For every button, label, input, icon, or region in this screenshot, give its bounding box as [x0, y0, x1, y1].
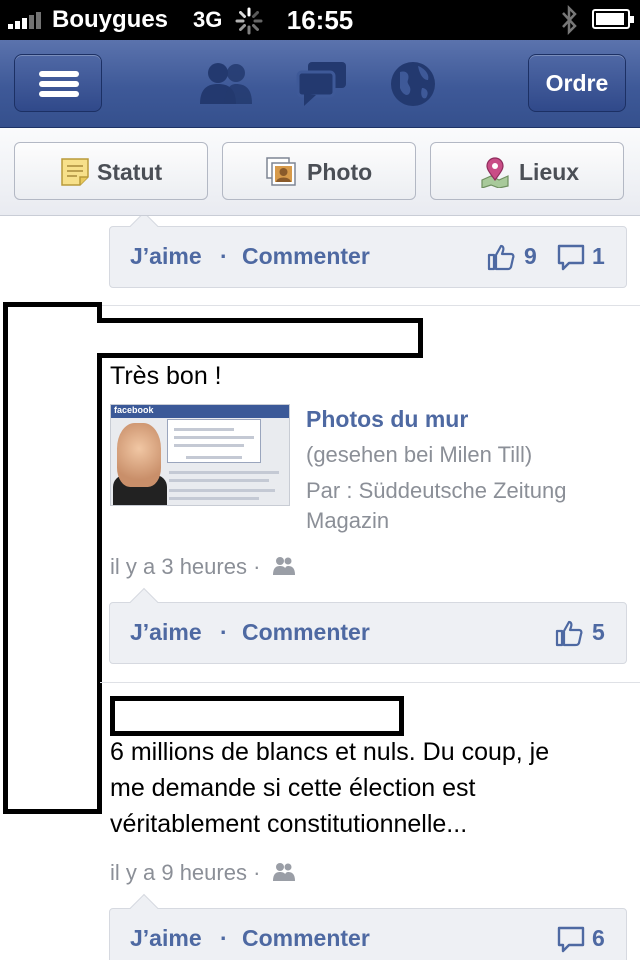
story-timestamp: il y a 9 heures ·	[110, 860, 297, 886]
like-count: 5	[592, 619, 605, 645]
like-count: 9	[524, 243, 537, 269]
attachment-source: Par : Süddeutsche Zeitung	[306, 478, 567, 503]
status-note-icon	[61, 158, 89, 186]
bluetooth-icon	[562, 5, 577, 35]
location-pin-icon	[481, 157, 509, 188]
photo-icon	[266, 157, 296, 186]
story-message-line-2: me demande si cette élection est	[110, 774, 476, 802]
order-button[interactable]: Ordre	[528, 54, 626, 112]
timestamp-text: il y a 9 heures ·	[110, 860, 261, 885]
menu-button[interactable]	[14, 54, 102, 112]
separator-dot: ·	[220, 925, 228, 951]
redacted-author-name	[110, 696, 404, 736]
messages-icon[interactable]	[294, 58, 350, 110]
separator-dot: ·	[220, 243, 228, 269]
story-divider	[100, 305, 640, 306]
facebook-logo: facebook	[114, 405, 154, 415]
comment-bubble-icon[interactable]	[556, 242, 586, 272]
photo-button-label: Photo	[307, 159, 373, 185]
comment-link[interactable]: Commenter	[242, 925, 370, 952]
status-button[interactable]: Statut	[14, 142, 208, 200]
friend-requests-icon[interactable]	[198, 58, 254, 110]
attachment-caption: (gesehen bei Milen Till)	[306, 442, 533, 467]
battery-icon	[592, 9, 634, 29]
attachment-source-continued: Magazin	[306, 508, 390, 533]
attachment-title[interactable]: Photos du mur	[306, 406, 468, 433]
separator-dot: ·	[220, 619, 228, 645]
like-link[interactable]: J’aime	[130, 619, 202, 646]
story-message-line-3: véritablement constitutionnelle...	[110, 810, 468, 838]
redacted-author-name	[97, 318, 423, 358]
comment-link[interactable]: Commenter	[242, 619, 370, 646]
news-feed[interactable]: J’aime · Commenter 9 1 Très bon ! facebo…	[0, 216, 640, 960]
timestamp-text: il y a 3 heures ·	[110, 554, 261, 579]
comment-count: 6	[592, 925, 605, 951]
story-divider	[100, 682, 640, 683]
story-action-bar: J’aime · Commenter 5	[109, 587, 627, 664]
redacted-profile-pictures	[3, 302, 102, 814]
friends-audience-icon	[272, 863, 295, 881]
clock: 16:55	[286, 5, 354, 35]
story-action-bar: J’aime · Commenter 9 1	[109, 216, 627, 288]
story-message-line-1: 6 millions de blancs et nuls. Du coup, j…	[110, 738, 550, 766]
like-link[interactable]: J’aime	[130, 243, 202, 270]
photo-button[interactable]: Photo	[222, 142, 416, 200]
thumbs-up-icon[interactable]	[486, 242, 516, 272]
status-bar: Bouygues 3G 16:55	[0, 0, 640, 40]
attachment-thumbnail[interactable]: facebook	[110, 404, 290, 506]
publisher-bar: Statut Photo Lieux	[0, 128, 640, 216]
places-button[interactable]: Lieux	[430, 142, 624, 200]
places-button-label: Lieux	[519, 159, 580, 185]
top-navigation-bar: Ordre	[0, 40, 640, 128]
thumbs-up-icon[interactable]	[554, 618, 584, 648]
like-link[interactable]: J’aime	[130, 925, 202, 952]
comment-count: 1	[592, 243, 605, 269]
story-timestamp: il y a 3 heures ·	[110, 554, 297, 580]
story-message: Très bon !	[110, 362, 222, 390]
comment-bubble-icon[interactable]	[556, 924, 586, 954]
comment-link[interactable]: Commenter	[242, 243, 370, 270]
status-button-label: Statut	[97, 159, 163, 185]
notifications-globe-icon[interactable]	[386, 58, 442, 110]
friends-audience-icon	[272, 557, 295, 575]
story-action-bar: J’aime · Commenter 6	[109, 893, 627, 960]
